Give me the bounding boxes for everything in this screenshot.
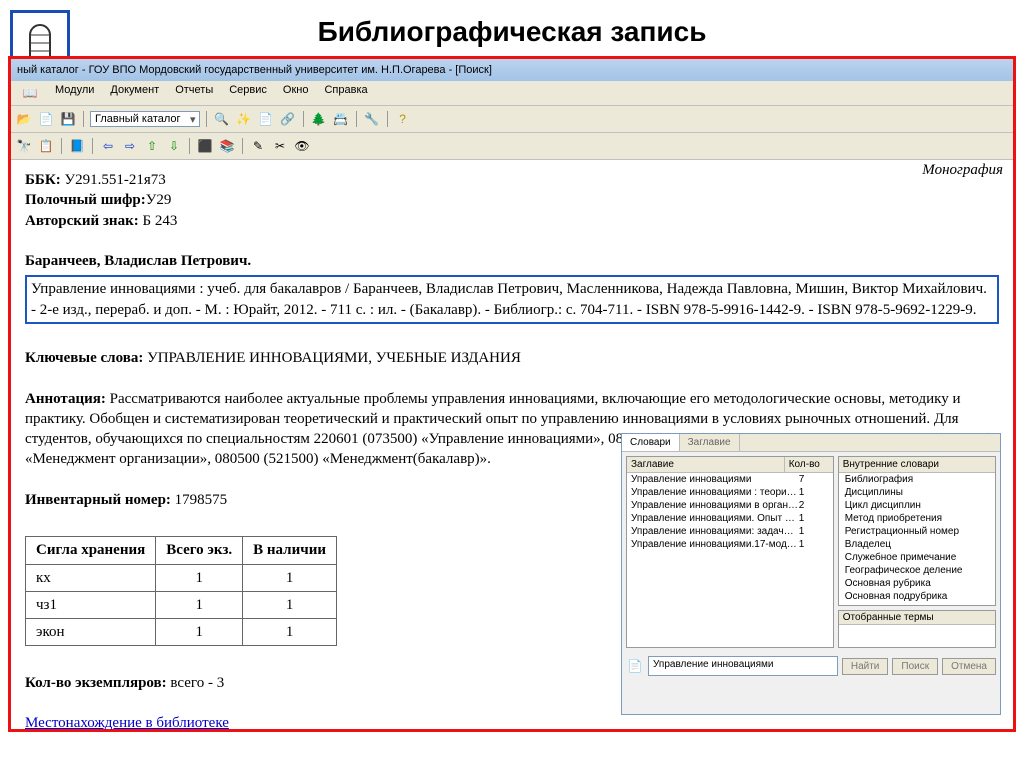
nav-back-icon[interactable]: ⇦ [99, 137, 117, 155]
tab-title[interactable]: Заглавие [680, 434, 740, 451]
list-item: Управление инновациями7 [627, 473, 833, 486]
screenshot-frame: ный каталог - ГОУ ВПО Мордовский государ… [8, 56, 1016, 732]
view-icon[interactable]: 👁 [293, 137, 311, 155]
tree-icon[interactable]: 🌲 [310, 110, 328, 128]
edit-icon[interactable]: ✎ [249, 137, 267, 155]
menu-service[interactable]: Сервис [223, 83, 273, 103]
menu-modules[interactable]: Модули [49, 83, 100, 103]
menu-reports[interactable]: Отчеты [169, 83, 219, 103]
list-item[interactable]: Регистрационный номер [839, 525, 995, 538]
holdings-table: Сигла хранения Всего экз. В наличии кх11… [25, 536, 337, 646]
doc2-icon[interactable]: 📄 [257, 110, 275, 128]
list-item[interactable]: Библиография [839, 473, 995, 486]
list-item: Управление инновациями в организ...2 [627, 499, 833, 512]
doc-icon[interactable]: 📄 [37, 110, 55, 128]
location-link[interactable]: Местонахождение в библиотеке [25, 715, 229, 731]
stop-icon[interactable]: ⬛ [196, 137, 214, 155]
find-button[interactable]: Найти [842, 658, 889, 675]
inventory-label: Инвентарный номер: [25, 492, 171, 508]
list-item[interactable]: Географическое деление [839, 564, 995, 577]
search-icon[interactable]: 🔍 [213, 110, 231, 128]
menu-window[interactable]: Окно [277, 83, 315, 103]
menu-document[interactable]: Документ [104, 83, 165, 103]
binoculars-icon[interactable]: 🔭 [15, 137, 33, 155]
list-item[interactable]: Дисциплины [839, 486, 995, 499]
card-icon[interactable]: 📇 [332, 110, 350, 128]
save-icon[interactable]: 💾 [59, 110, 77, 128]
author-sign-label: Авторский знак: [25, 213, 139, 229]
list-item: Управление инновациями: задачи и ...1 [627, 525, 833, 538]
title-highlight-frame: Управление инновациями : учеб. для бакал… [25, 275, 999, 324]
table-row: экон11 [26, 619, 337, 646]
keywords-value: УПРАВЛЕНИЕ ИННОВАЦИЯМИ, УЧЕБНЫЕ ИЗДАНИЯ [147, 350, 521, 366]
internal-dictionaries-list[interactable]: Внутренние словари Библиография Дисципли… [838, 456, 996, 606]
menubar: 📖 Модули Документ Отчеты Сервис Окно Спр… [11, 81, 1013, 106]
holdings-header-available: В наличии [243, 537, 337, 564]
wand-icon[interactable]: ✨ [235, 110, 253, 128]
book-icon[interactable]: 📘 [68, 137, 86, 155]
cut-icon[interactable]: ✂ [271, 137, 289, 155]
list-item[interactable]: Другие авторы [839, 603, 995, 606]
list-item: Управление инновациями.17-модул...1 [627, 538, 833, 551]
holdings-header-location: Сигла хранения [26, 537, 156, 564]
search-button[interactable]: Поиск [892, 658, 938, 675]
tool-icon[interactable]: 🔧 [363, 110, 381, 128]
cancel-button[interactable]: Отмена [942, 658, 996, 675]
list-item[interactable]: Метод приобретения [839, 512, 995, 525]
toolbar-1: 📂 📄 💾 Главный каталог 🔍 ✨ 📄 🔗 🌲 📇 🔧 ? [11, 106, 1013, 133]
table-row: чз111 [26, 591, 337, 618]
terms-list[interactable]: ЗаглавиеКол-во Управление инновациями7 У… [626, 456, 834, 648]
record-type: Монография [922, 160, 1003, 180]
nav-down-icon[interactable]: ⇩ [165, 137, 183, 155]
bibliographic-description: Управление инновациями : учеб. для бакал… [31, 281, 987, 317]
app-icon: 📖 [15, 83, 45, 103]
holdings-header-total: Всего экз. [156, 537, 243, 564]
link-icon[interactable]: 🔗 [279, 110, 297, 128]
shelf-label: Полочный шифр: [25, 192, 146, 208]
window-titlebar: ный каталог - ГОУ ВПО Мордовский государ… [11, 59, 1013, 81]
list-item[interactable]: Основная рубрика [839, 577, 995, 590]
author-heading: Баранчеев, Владислав Петрович. [25, 253, 251, 269]
annotation-label: Аннотация: [25, 391, 106, 407]
nav-up-icon[interactable]: ⇧ [143, 137, 161, 155]
list-item[interactable]: Цикл дисциплин [839, 499, 995, 512]
bbk-value: У291.551-21я73 [64, 172, 165, 188]
tab-dictionaries[interactable]: Словари [622, 434, 680, 451]
books-icon[interactable]: 📚 [218, 137, 236, 155]
open-icon[interactable]: 📂 [15, 110, 33, 128]
help-icon[interactable]: ? [394, 110, 412, 128]
term-doc-icon[interactable]: 📄 [626, 657, 644, 675]
author-sign-value: Б 243 [142, 213, 177, 229]
list-item: Управление инновациями. Опыт ве...1 [627, 512, 833, 525]
search-term-input[interactable]: Управление инновациями [648, 656, 838, 676]
shelf-value: У29 [146, 192, 172, 208]
bbk-label: ББК: [25, 172, 61, 188]
toolbar-2: 🔭 📋 📘 ⇦ ⇨ ⇧ ⇩ ⬛ 📚 ✎ ✂ 👁 [11, 133, 1013, 160]
slide-title: Библиографическая запись [0, 0, 1024, 56]
menu-help[interactable]: Справка [318, 83, 373, 103]
dictionary-panel: Словари Заглавие ЗаглавиеКол-во Управлен… [621, 433, 1001, 715]
copies-label: Кол-во экземпляров: [25, 675, 167, 691]
catalog-selector[interactable]: Главный каталог [90, 111, 200, 127]
nav-fwd-icon[interactable]: ⇨ [121, 137, 139, 155]
list-item[interactable]: Владелец [839, 538, 995, 551]
copies-value: всего - 3 [170, 675, 224, 691]
selected-terms-box: Отобранные термы [838, 610, 996, 648]
keywords-label: Ключевые слова: [25, 350, 143, 366]
window-title: ный каталог - ГОУ ВПО Мордовский государ… [17, 64, 492, 76]
list-item: Управление инновациями : теория ...1 [627, 486, 833, 499]
list-item[interactable]: Основная подрубрика [839, 590, 995, 603]
list-icon[interactable]: 📋 [37, 137, 55, 155]
table-row: кх11 [26, 564, 337, 591]
list-item[interactable]: Служебное примечание [839, 551, 995, 564]
inventory-value: 1798575 [175, 492, 228, 508]
